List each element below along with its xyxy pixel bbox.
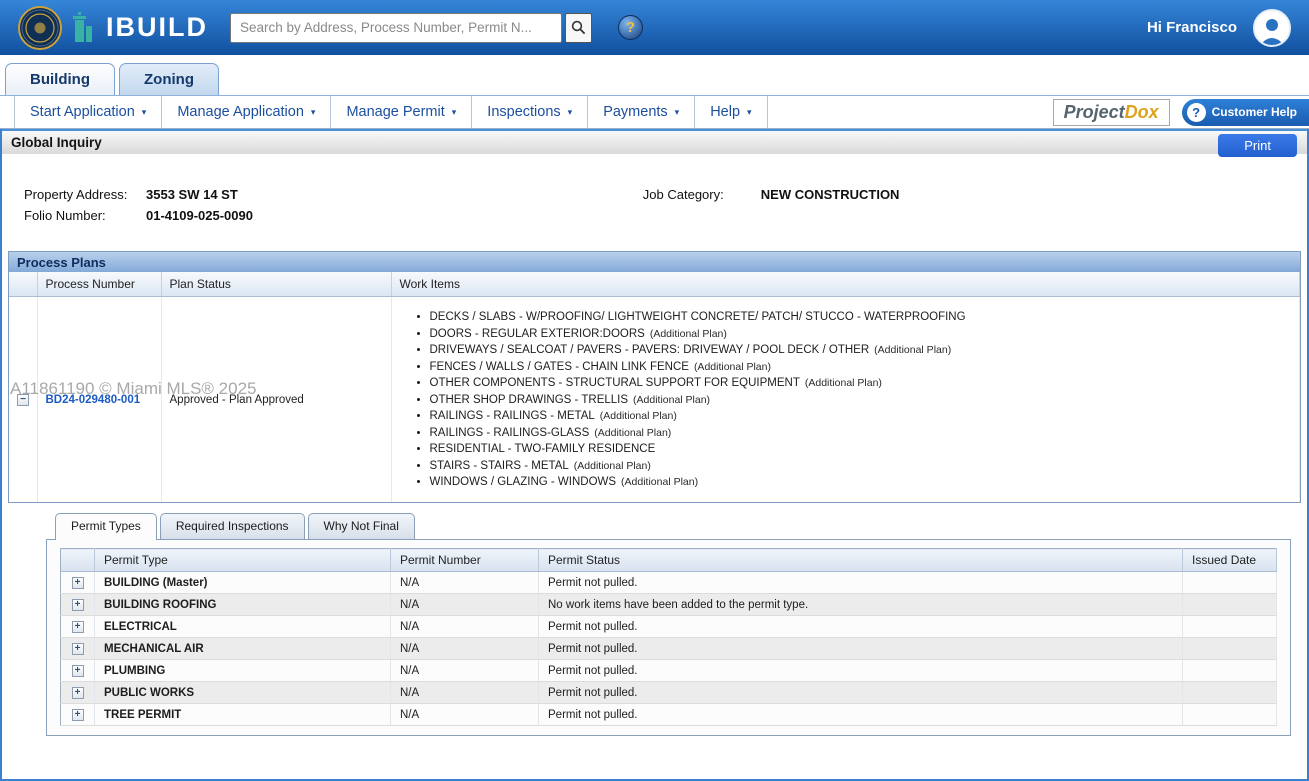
user-greeting: Hi Francisco	[1147, 19, 1237, 36]
tab-zoning[interactable]: Zoning	[119, 63, 219, 95]
person-icon	[1257, 15, 1287, 45]
menu-manage-permit[interactable]: Manage Permit ▾	[331, 96, 472, 128]
section-tabs: Building Zoning	[0, 55, 1309, 96]
search-input[interactable]	[230, 13, 562, 43]
chevron-down-icon: ▾	[311, 107, 316, 118]
work-item: RESIDENTIAL - TWO-FAMILY RESIDENCE	[430, 443, 1292, 455]
property-address-label: Property Address:	[24, 187, 146, 202]
table-row: + ELECTRICAL N/A Permit not pulled.	[61, 616, 1277, 638]
work-item: DOORS - REGULAR EXTERIOR:DOORS(Additiona…	[430, 328, 1292, 340]
process-number-header: Process Number	[37, 272, 161, 297]
brand-text: IBUILD	[106, 12, 208, 43]
chevron-down-icon: ▾	[675, 107, 680, 118]
process-plans-header: Process Plans	[9, 252, 1300, 272]
work-item: STAIRS - STAIRS - METAL(Additional Plan)	[430, 460, 1292, 472]
search-button[interactable]	[565, 13, 592, 43]
main-content: Global Inquiry Print Property Address: 3…	[0, 129, 1309, 781]
expand-column-header	[9, 272, 37, 297]
menu-help[interactable]: Help ▾	[695, 96, 767, 128]
expand-icon[interactable]: +	[72, 599, 84, 611]
help-icon[interactable]: ?	[618, 15, 643, 40]
ibuild-logo: IBUILD	[72, 12, 208, 44]
tab-required-inspections[interactable]: Required Inspections	[160, 513, 305, 539]
menu-manage-application[interactable]: Manage Application ▾	[162, 96, 331, 128]
job-category-value: NEW CONSTRUCTION	[761, 187, 900, 202]
page-header: Global Inquiry Print	[2, 129, 1307, 154]
avatar[interactable]	[1253, 9, 1291, 47]
process-plan-row: − BD24-029480-001 Approved - Plan Approv…	[9, 297, 1300, 503]
expand-column-header	[61, 549, 95, 572]
building-logo-icon	[72, 12, 102, 44]
print-button[interactable]: Print	[1218, 134, 1297, 157]
projectdox-logo[interactable]: ProjectDox	[1053, 99, 1170, 126]
expand-icon[interactable]: +	[72, 709, 84, 721]
permit-types-table: Permit Type Permit Number Permit Status …	[60, 548, 1277, 726]
plan-status-value: Approved - Plan Approved	[161, 297, 391, 503]
process-plans-section: Process Plans Process Number Plan Status…	[8, 251, 1301, 503]
work-item: RAILINGS - RAILINGS - METAL(Additional P…	[430, 410, 1292, 422]
expand-icon[interactable]: +	[72, 643, 84, 655]
city-seal-icon	[18, 6, 62, 50]
chevron-down-icon: ▾	[142, 107, 147, 118]
property-address-value: 3553 SW 14 ST	[146, 187, 238, 202]
permit-panel: Permit Type Permit Number Permit Status …	[46, 539, 1291, 736]
menu-inspections[interactable]: Inspections ▾	[472, 96, 588, 128]
collapse-icon[interactable]: −	[17, 394, 29, 406]
work-item: OTHER SHOP DRAWINGS - TRELLIS(Additional…	[430, 394, 1292, 406]
chevron-down-icon: ▾	[568, 107, 573, 118]
work-item: DECKS / SLABS - W/PROOFING/ LIGHTWEIGHT …	[430, 311, 1292, 323]
work-item: FENCES / WALLS / GATES - CHAIN LINK FENC…	[430, 361, 1292, 373]
tab-permit-types[interactable]: Permit Types	[55, 513, 157, 540]
process-plans-table: Process Number Plan Status Work Items − …	[9, 272, 1300, 502]
permit-type-header: Permit Type	[95, 549, 391, 572]
expand-icon[interactable]: +	[72, 621, 84, 633]
permit-tabs: Permit Types Required Inspections Why No…	[46, 513, 1291, 539]
work-item: RAILINGS - RAILINGS-GLASS(Additional Pla…	[430, 427, 1292, 439]
property-info: Property Address: 3553 SW 14 ST Job Cate…	[24, 184, 1307, 226]
table-row: + TREE PERMIT N/A Permit not pulled.	[61, 704, 1277, 726]
menu-start-application[interactable]: Start Application ▾	[14, 96, 162, 128]
permit-status-header: Permit Status	[539, 549, 1183, 572]
table-row: + PUBLIC WORKS N/A Permit not pulled.	[61, 682, 1277, 704]
tab-building[interactable]: Building	[5, 63, 115, 95]
menu-payments[interactable]: Payments ▾	[588, 96, 695, 128]
question-icon: ?	[1187, 103, 1206, 122]
table-row: + MECHANICAL AIR N/A Permit not pulled.	[61, 638, 1277, 660]
work-item: WINDOWS / GLAZING - WINDOWS(Additional P…	[430, 476, 1292, 488]
expand-icon[interactable]: +	[72, 577, 84, 589]
chevron-down-icon: ▾	[452, 107, 457, 118]
process-number-link[interactable]: BD24-029480-001	[46, 394, 141, 406]
table-row: + BUILDING (Master) N/A Permit not pulle…	[61, 572, 1277, 594]
top-bar: IBUILD ? Hi Francisco	[0, 0, 1309, 55]
work-items-list: DECKS / SLABS - W/PROOFING/ LIGHTWEIGHT …	[430, 311, 1292, 488]
table-row: + BUILDING ROOFING N/A No work items hav…	[61, 594, 1277, 616]
search-icon	[571, 20, 586, 35]
customer-help-button[interactable]: ? Customer Help	[1182, 99, 1309, 126]
folio-number-value: 01-4109-025-0090	[146, 208, 253, 223]
expand-icon[interactable]: +	[72, 665, 84, 677]
work-item: OTHER COMPONENTS - STRUCTURAL SUPPORT FO…	[430, 377, 1292, 389]
permit-number-header: Permit Number	[391, 549, 539, 572]
work-items-header: Work Items	[391, 272, 1300, 297]
work-item: DRIVEWAYS / SEALCOAT / PAVERS - PAVERS: …	[430, 344, 1292, 356]
folio-number-label: Folio Number:	[24, 208, 146, 223]
table-row: + PLUMBING N/A Permit not pulled.	[61, 660, 1277, 682]
menu-bar: Start Application ▾ Manage Application ▾…	[0, 96, 1309, 129]
tab-why-not-final[interactable]: Why Not Final	[308, 513, 415, 539]
job-category-label: Job Category:	[643, 187, 761, 202]
chevron-down-icon: ▾	[747, 107, 752, 118]
expand-icon[interactable]: +	[72, 687, 84, 699]
permit-section: Permit Types Required Inspections Why No…	[46, 513, 1291, 736]
plan-status-header: Plan Status	[161, 272, 391, 297]
page-title: Global Inquiry	[11, 135, 102, 150]
issued-date-header: Issued Date	[1183, 549, 1277, 572]
